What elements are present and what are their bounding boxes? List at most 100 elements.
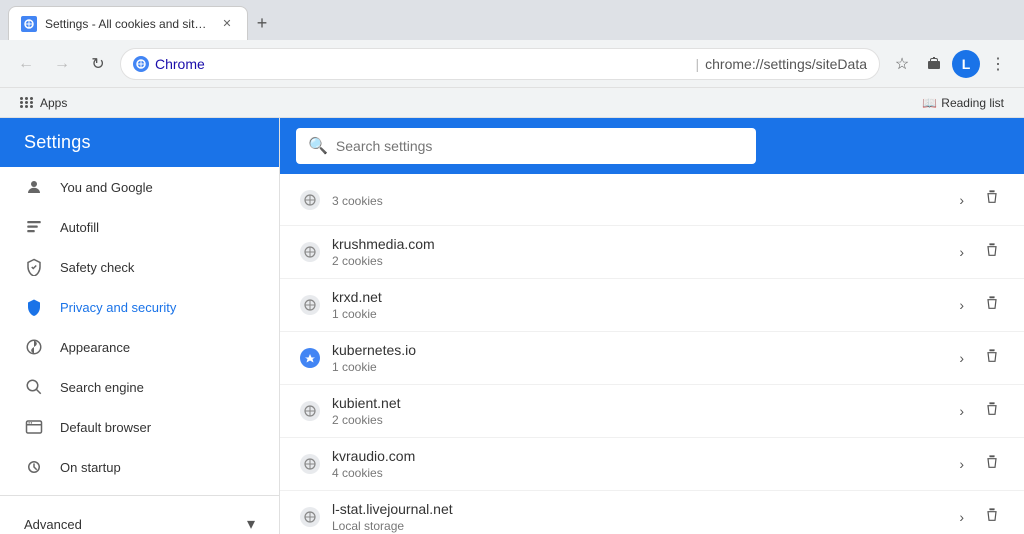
site-delete-button[interactable] <box>980 397 1004 426</box>
refresh-button[interactable]: ↻ <box>84 50 112 78</box>
main-content: Settings You and Google Autofill <box>0 118 1024 534</box>
search-icon <box>24 377 44 397</box>
sidebar-item-label: You and Google <box>60 180 153 195</box>
search-input-wrap[interactable]: 🔍 <box>296 128 756 164</box>
site-expand-button[interactable]: › <box>955 293 968 317</box>
search-bar: 🔍 <box>280 118 1024 174</box>
site-expand-button[interactable]: › <box>955 452 968 476</box>
sidebar-item-you-google[interactable]: You and Google <box>0 167 279 207</box>
site-detail: Local storage <box>332 519 943 533</box>
sidebar: Settings You and Google Autofill <box>0 118 280 534</box>
sidebar-item-startup[interactable]: On startup <box>0 447 279 487</box>
site-favicon <box>300 295 320 315</box>
site-delete-button[interactable] <box>980 291 1004 320</box>
site-delete-button[interactable] <box>980 503 1004 532</box>
apps-button[interactable]: Apps <box>12 93 75 113</box>
site-delete-button[interactable] <box>980 344 1004 373</box>
sidebar-item-advanced[interactable]: Advanced ▾ <box>0 504 279 534</box>
site-detail: 2 cookies <box>332 254 943 268</box>
sidebar-item-label: Default browser <box>60 420 151 435</box>
site-favicon <box>300 454 320 474</box>
site-expand-button[interactable]: › <box>955 240 968 264</box>
tab-close-button[interactable]: ✕ <box>219 16 235 32</box>
site-delete-button[interactable] <box>980 450 1004 479</box>
site-detail: 2 cookies <box>332 413 943 427</box>
site-expand-button[interactable]: › <box>955 399 968 423</box>
sidebar-item-label: Privacy and security <box>60 300 176 315</box>
site-info: krushmedia.com 2 cookies <box>332 236 943 268</box>
sidebar-item-appearance[interactable]: Appearance <box>0 327 279 367</box>
site-detail: 3 cookies <box>332 194 943 208</box>
forward-button[interactable]: → <box>48 50 76 78</box>
profile-button[interactable]: L <box>952 50 980 78</box>
startup-icon <box>24 457 44 477</box>
site-info: kvraudio.com 4 cookies <box>332 448 943 480</box>
site-detail: 1 cookie <box>332 307 943 321</box>
site-expand-button[interactable]: › <box>955 505 968 529</box>
site-row: kubient.net 2 cookies › <box>280 385 1024 438</box>
site-name: kubient.net <box>332 395 943 411</box>
sidebar-item-label: Autofill <box>60 220 99 235</box>
search-input[interactable] <box>336 138 744 154</box>
tab-favicon <box>21 16 37 32</box>
sidebar-item-label: Safety check <box>60 260 134 275</box>
site-info: kubient.net 2 cookies <box>332 395 943 427</box>
site-info: krxd.net 1 cookie <box>332 289 943 321</box>
url-favicon <box>133 56 149 72</box>
site-list: 3 cookies › krushmedia.com 2 cookies <box>280 174 1024 534</box>
site-expand-button[interactable]: › <box>955 188 968 212</box>
site-favicon <box>300 242 320 262</box>
site-info: 3 cookies <box>332 192 943 208</box>
address-bar: ← → ↻ Chrome | chrome://settings/siteDat… <box>0 40 1024 88</box>
advanced-label: Advanced <box>24 517 82 532</box>
url-divider: | <box>696 56 700 72</box>
site-row: kubernetes.io 1 cookie › <box>280 332 1024 385</box>
back-button[interactable]: ← <box>12 50 40 78</box>
site-delete-button[interactable] <box>980 238 1004 267</box>
site-delete-button[interactable] <box>980 185 1004 214</box>
site-row: kvraudio.com 4 cookies › <box>280 438 1024 491</box>
sidebar-item-autofill[interactable]: Autofill <box>0 207 279 247</box>
url-bar[interactable]: Chrome | chrome://settings/siteData <box>120 48 880 80</box>
person-icon <box>24 177 44 197</box>
url-chrome-label: Chrome <box>155 56 690 72</box>
sidebar-item-browser[interactable]: Default browser <box>0 407 279 447</box>
apps-grid-icon <box>20 97 34 108</box>
site-detail: 1 cookie <box>332 360 943 374</box>
extensions-button[interactable] <box>920 50 948 78</box>
site-row: krxd.net 1 cookie › <box>280 279 1024 332</box>
site-info: kubernetes.io 1 cookie <box>332 342 943 374</box>
site-favicon <box>300 507 320 527</box>
browser-icon <box>24 417 44 437</box>
reading-list-icon: 📖 <box>922 96 937 110</box>
tab-title: Settings - All cookies and site da... <box>45 17 211 31</box>
chevron-down-icon: ▾ <box>247 514 255 534</box>
sidebar-item-label: Appearance <box>60 340 130 355</box>
new-tab-button[interactable]: + <box>248 9 276 37</box>
site-row: 3 cookies › <box>280 174 1024 226</box>
toolbar-actions: ☆ L ⋮ <box>888 50 1012 78</box>
sidebar-title: Settings <box>0 118 279 167</box>
search-icon: 🔍 <box>308 136 328 156</box>
active-tab[interactable]: Settings - All cookies and site da... ✕ <box>8 6 248 40</box>
shield-icon <box>24 257 44 277</box>
tab-bar: Settings - All cookies and site da... ✕ … <box>0 0 1024 40</box>
sidebar-item-search[interactable]: Search engine <box>0 367 279 407</box>
site-expand-button[interactable]: › <box>955 346 968 370</box>
url-path: chrome://settings/siteData <box>705 56 867 72</box>
appearance-icon <box>24 337 44 357</box>
site-name: l-stat.livejournal.net <box>332 501 943 517</box>
site-name: kvraudio.com <box>332 448 943 464</box>
sidebar-item-safety[interactable]: Safety check <box>0 247 279 287</box>
site-name: krxd.net <box>332 289 943 305</box>
site-name: kubernetes.io <box>332 342 943 358</box>
bookmark-button[interactable]: ☆ <box>888 50 916 78</box>
reading-list-button[interactable]: 📖 Reading list <box>914 93 1012 113</box>
apps-label: Apps <box>40 96 67 110</box>
sidebar-item-label: On startup <box>60 460 121 475</box>
sidebar-item-privacy[interactable]: Privacy and security <box>0 287 279 327</box>
site-row: krushmedia.com 2 cookies › <box>280 226 1024 279</box>
site-row: l-stat.livejournal.net Local storage › <box>280 491 1024 534</box>
site-favicon <box>300 190 320 210</box>
menu-button[interactable]: ⋮ <box>984 50 1012 78</box>
